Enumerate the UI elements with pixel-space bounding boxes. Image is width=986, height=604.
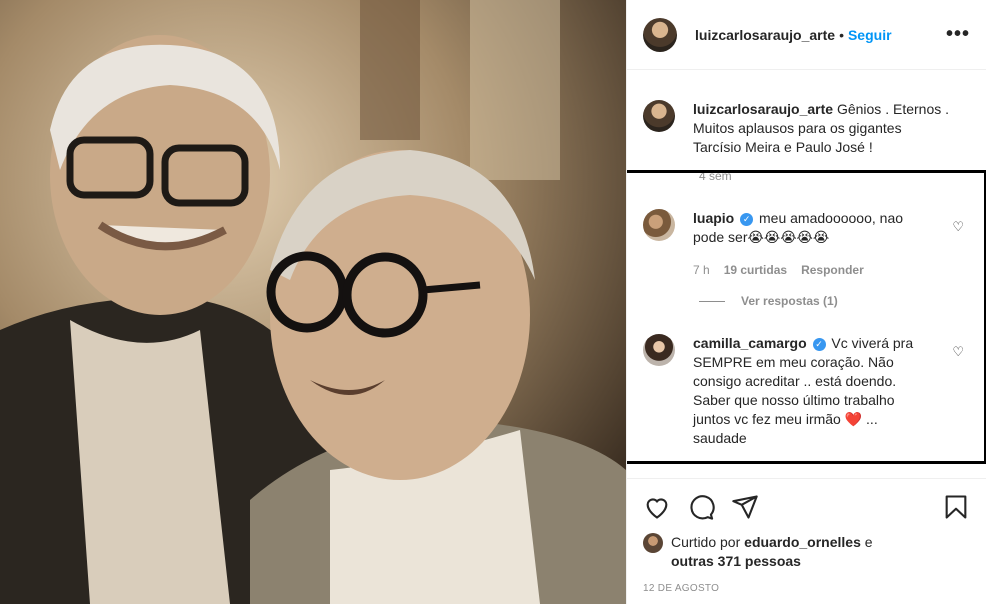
commenter-avatar[interactable] (643, 334, 675, 366)
likes-connector: e (864, 534, 873, 550)
post-header: luizcarlosaraujo_arte • Seguir ••• (627, 0, 986, 70)
liker-username[interactable]: eduardo_ornelles (744, 534, 861, 550)
commenter-username[interactable]: luapio (693, 210, 734, 226)
comments-section[interactable]: luizcarlosaraujo_arte Gênios . Eternos .… (627, 70, 986, 478)
comment-like-icon[interactable]: ♡ (952, 219, 964, 235)
post-actions: Curtido por eduardo_ornelles e outras 37… (627, 478, 986, 594)
author-username[interactable]: luizcarlosaraujo_arte (695, 27, 835, 43)
caption-username[interactable]: luizcarlosaraujo_arte (693, 101, 833, 117)
view-replies-button[interactable]: Ver respostas (1) (699, 294, 970, 308)
separator-dot: • (839, 26, 844, 43)
heart-icon[interactable] (643, 493, 671, 521)
likes-prefix: Curtido por (671, 534, 741, 550)
caption-text-line-2: Muitos aplausos para os gigantes (693, 120, 902, 136)
post-side-panel: luizcarlosaraujo_arte • Seguir ••• luizc… (626, 0, 986, 604)
more-options-icon[interactable]: ••• (946, 23, 970, 46)
comment-item: camilla_camargo ✓ Vc viverá pra SEMPRE e… (643, 334, 970, 448)
verified-badge-icon: ✓ (812, 338, 826, 351)
likes-text: Curtido por eduardo_ornelles e outras 37… (671, 533, 873, 571)
post-caption: luizcarlosaraujo_arte Gênios . Eternos .… (643, 100, 970, 157)
post-date[interactable]: 12 DE AGOSTO (643, 583, 970, 594)
photo-illustration (0, 0, 626, 604)
caption-body: luizcarlosaraujo_arte Gênios . Eternos .… (693, 100, 949, 157)
view-replies-label: Ver respostas (1) (741, 294, 838, 308)
comment-icon[interactable] (687, 493, 715, 521)
likes-summary: Curtido por eduardo_ornelles e outras 37… (643, 533, 970, 571)
replies-divider-line (699, 300, 725, 302)
bookmark-icon[interactable] (942, 493, 970, 521)
likes-others-link[interactable]: outras 371 pessoas (671, 553, 801, 569)
liker-avatar[interactable] (643, 533, 663, 553)
caption-timestamp[interactable]: 4 sem (699, 169, 970, 183)
comment-text: Vc viverá pra SEMPRE em meu coração. Não… (693, 335, 914, 446)
comment-meta: 7 h 19 curtidas Responder (693, 261, 933, 280)
share-icon[interactable] (731, 493, 759, 521)
caption-text-line-1: Gênios . Eternos . (836, 101, 950, 117)
comment-time[interactable]: 7 h (693, 261, 710, 280)
post-photo[interactable] (0, 0, 626, 604)
comment-like-icon[interactable]: ♡ (952, 344, 964, 360)
action-icons-bar (643, 487, 970, 527)
reply-button[interactable]: Responder (801, 261, 864, 280)
verified-badge-icon: ✓ (740, 213, 754, 226)
comment-body: luapio ✓ meu amadoooooo, nao pode ser😭😭😭… (693, 209, 933, 280)
comment-likes-count[interactable]: 19 curtidas (724, 261, 787, 280)
author-avatar[interactable] (643, 17, 677, 52)
follow-button[interactable]: Seguir (848, 27, 892, 43)
comment-body: camilla_camargo ✓ Vc viverá pra SEMPRE e… (693, 334, 933, 448)
commenter-username[interactable]: camilla_camargo (693, 335, 807, 351)
caption-avatar[interactable] (643, 100, 675, 132)
caption-text-line-3: Tarcísio Meira e Paulo José ! (693, 139, 873, 155)
commenter-avatar[interactable] (643, 209, 675, 241)
comment-item: luapio ✓ meu amadoooooo, nao pode ser😭😭😭… (643, 209, 970, 280)
